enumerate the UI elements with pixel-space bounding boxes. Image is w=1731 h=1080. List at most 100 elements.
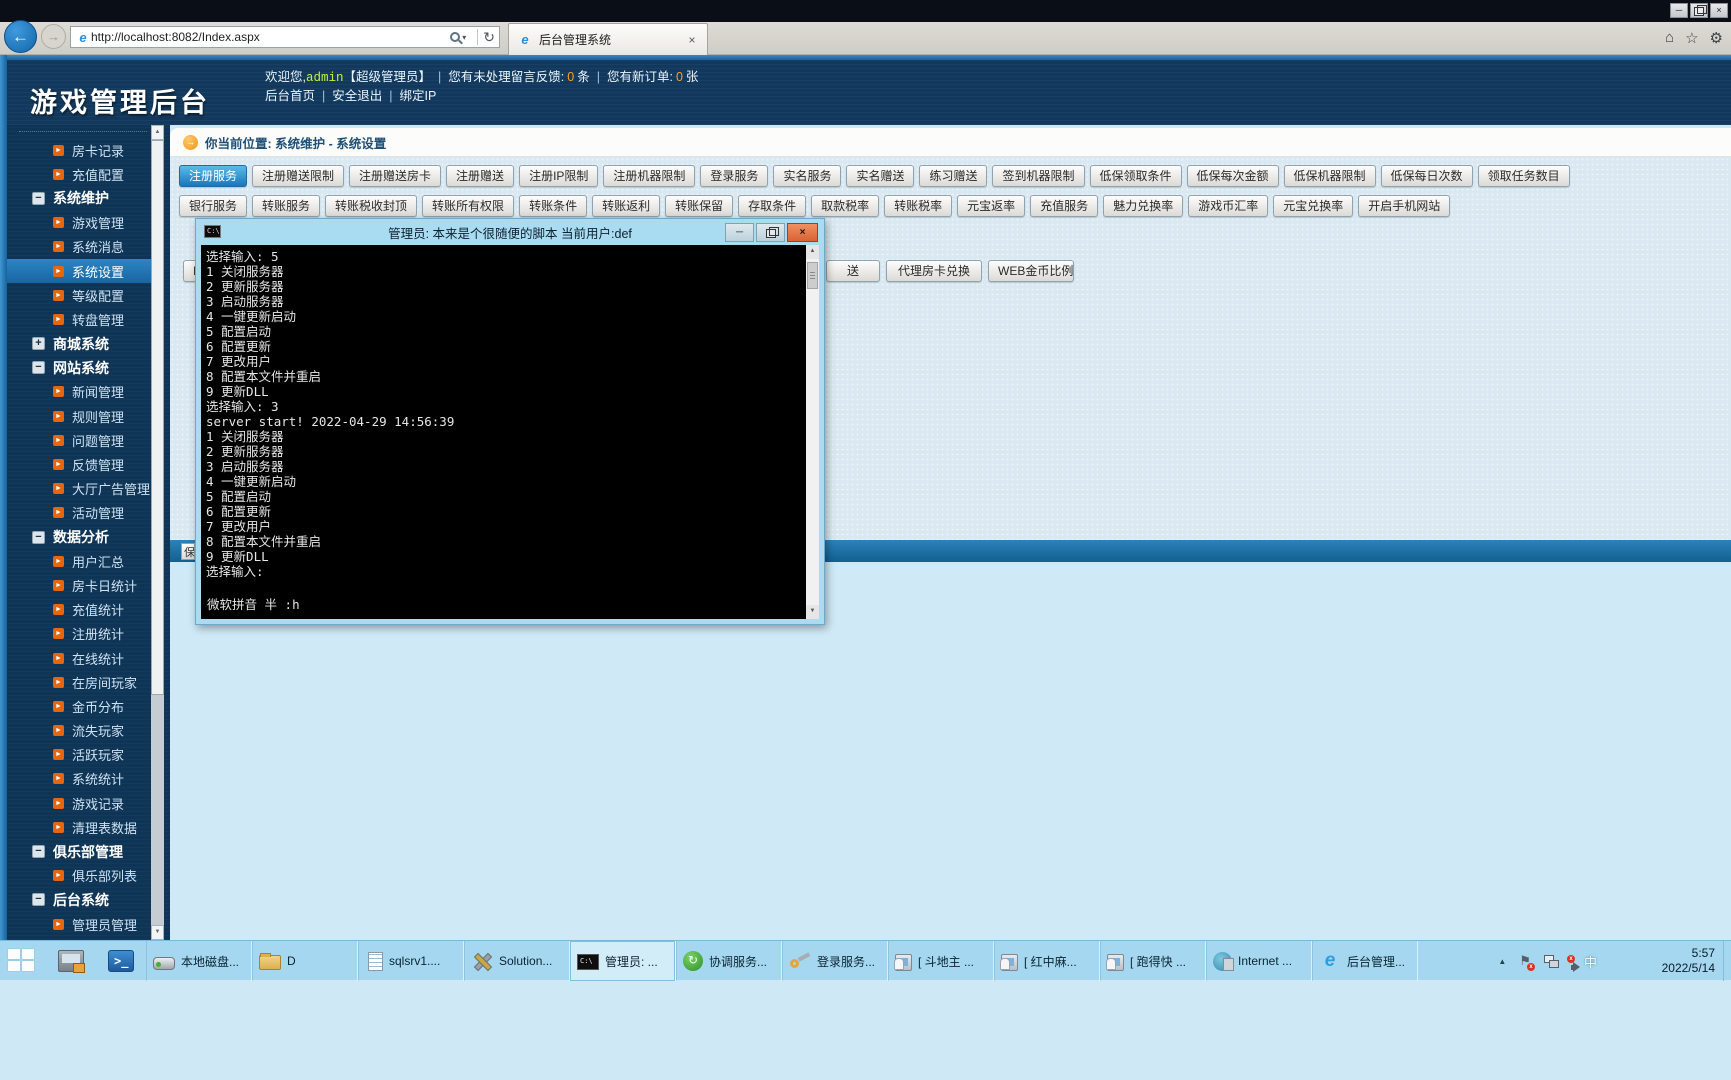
config-button[interactable]: 充值服务 <box>1030 195 1098 217</box>
cmd-console[interactable]: 选择输入: 5 1 关闭服务器 2 更新服务器 3 启动服务器 4 一键更新启动… <box>201 245 819 619</box>
sidebar-item[interactable]: ►房卡日统计 <box>7 573 151 597</box>
taskbar-item[interactable]: e后台管理... <box>1312 941 1418 981</box>
config-button[interactable]: 转账条件 <box>519 195 587 217</box>
action-center-flag-icon[interactable]: ⚑x <box>1519 953 1531 969</box>
config-button[interactable]: 转账税收封顶 <box>325 195 417 217</box>
collapse-icon[interactable]: − <box>32 361 45 374</box>
taskbar-clock[interactable]: 5:57 2022/5/14 <box>1662 946 1715 976</box>
ime-language-icon[interactable]: 中 <box>1584 952 1597 971</box>
taskbar-item[interactable]: 本地磁盘... <box>146 941 252 981</box>
config-button[interactable]: 登录服务 <box>700 165 768 187</box>
home-icon[interactable]: ⌂ <box>1665 29 1674 47</box>
config-button[interactable]: WEB金币比例 <box>988 260 1074 282</box>
sidebar-item[interactable]: ►转盘管理 <box>7 307 151 331</box>
taskbar-item[interactable]: C:\管理员: ... <box>570 941 676 981</box>
sidebar-item[interactable]: ►清理表数据 <box>7 815 151 839</box>
network-icon[interactable] <box>1544 955 1558 967</box>
sidebar-item[interactable]: ►游戏记录 <box>7 791 151 815</box>
minimize-button[interactable]: ─ <box>1670 3 1688 18</box>
config-button[interactable]: 低保每次金额 <box>1187 165 1279 187</box>
sidebar-item[interactable]: −系统维护 <box>7 186 151 210</box>
config-button[interactable]: 转账返利 <box>592 195 660 217</box>
server-manager-icon[interactable] <box>58 950 84 972</box>
config-button[interactable]: 银行服务 <box>179 195 247 217</box>
restore-button[interactable] <box>1690 3 1708 18</box>
sidebar-item[interactable]: ►充值配置 <box>7 162 151 186</box>
cmd-maximize-button[interactable] <box>756 223 785 242</box>
taskbar-item[interactable]: Solution... <box>464 941 570 981</box>
sidebar-item[interactable]: +商城系统 <box>7 332 151 356</box>
sidebar-item[interactable]: ►充值统计 <box>7 598 151 622</box>
sidebar-item[interactable]: ►管理员管理 <box>7 912 151 936</box>
config-button[interactable]: 魅力兑换率 <box>1103 195 1183 217</box>
config-button[interactable]: 转账所有权限 <box>422 195 514 217</box>
sidebar-item[interactable]: ►房卡记录 <box>7 138 151 162</box>
taskbar-item[interactable]: ↻协调服务... <box>676 941 782 981</box>
sidebar-item[interactable]: ►流失玩家 <box>7 719 151 743</box>
scrollbar-thumb[interactable] <box>807 262 818 289</box>
config-button[interactable]: 元宝返率 <box>957 195 1025 217</box>
sidebar-item[interactable]: −后台系统 <box>7 888 151 912</box>
close-button[interactable]: × <box>1710 3 1728 18</box>
collapse-icon[interactable]: − <box>32 531 45 544</box>
cmd-close-button[interactable]: × <box>787 223 818 242</box>
config-button[interactable]: 存取条件 <box>738 195 806 217</box>
config-button[interactable]: 低保机器限制 <box>1284 165 1376 187</box>
scroll-down-icon[interactable]: ▼ <box>151 925 164 940</box>
config-button[interactable]: 领取任务数目 <box>1478 165 1570 187</box>
sidebar-item[interactable]: ►问题管理 <box>7 428 151 452</box>
scrollbar-thumb[interactable] <box>151 140 164 695</box>
gear-icon[interactable]: ⚙ <box>1710 29 1723 47</box>
config-button[interactable]: 取款税率 <box>811 195 879 217</box>
sidebar-scrollbar[interactable]: ▲ ▼ <box>151 125 164 940</box>
config-button[interactable]: 转账税率 <box>884 195 952 217</box>
star-icon[interactable]: ☆ <box>1685 29 1698 47</box>
config-button[interactable]: 注册赠送限制 <box>252 165 344 187</box>
config-button[interactable]: 注册IP限制 <box>519 165 598 187</box>
url-text[interactable]: http://localhost:8082/Index.aspx <box>91 30 450 44</box>
config-button[interactable]: 转账保留 <box>665 195 733 217</box>
taskbar-item[interactable]: [ 跑得快 ... <box>1100 941 1206 981</box>
partial-button[interactable]: 保 <box>181 543 195 560</box>
start-button[interactable] <box>8 949 36 973</box>
sidebar-item[interactable]: ►活跃玩家 <box>7 743 151 767</box>
config-button[interactable]: 送 <box>826 260 880 282</box>
config-button[interactable]: 代理房卡兑换 <box>886 260 982 282</box>
config-button[interactable]: 实名赠送 <box>846 165 914 187</box>
sidebar-item[interactable]: ►新闻管理 <box>7 380 151 404</box>
sidebar-item[interactable]: ►用户汇总 <box>7 549 151 573</box>
browser-tab[interactable]: e 后台管理系统 × <box>508 23 708 55</box>
config-button[interactable]: 转账服务 <box>252 195 320 217</box>
cmd-scrollbar[interactable]: ▲ ▼ <box>806 245 819 619</box>
cmd-minimize-button[interactable]: ─ <box>725 223 754 242</box>
sidebar-item[interactable]: ►俱乐部列表 <box>7 864 151 888</box>
show-desktop-button[interactable] <box>1723 941 1731 981</box>
sidebar-item[interactable]: ►金币分布 <box>7 694 151 718</box>
collapse-icon[interactable]: − <box>32 845 45 858</box>
config-button[interactable]: 练习赠送 <box>919 165 987 187</box>
sidebar-item[interactable]: −数据分析 <box>7 525 151 549</box>
config-button[interactable]: 低保领取条件 <box>1090 165 1182 187</box>
forward-button[interactable]: → <box>41 24 66 49</box>
expand-icon[interactable]: + <box>32 337 45 350</box>
header-link[interactable]: 后台首页 <box>265 87 315 106</box>
tab-close-icon[interactable]: × <box>685 33 699 47</box>
config-button[interactable]: 元宝兑换率 <box>1273 195 1353 217</box>
sidebar-item[interactable]: ►系统消息 <box>7 235 151 259</box>
config-button[interactable]: 注册机器限制 <box>603 165 695 187</box>
header-link[interactable]: 绑定IP <box>400 87 437 106</box>
config-button[interactable]: 注册赠送 <box>446 165 514 187</box>
collapse-icon[interactable]: − <box>32 192 45 205</box>
config-button[interactable]: 实名服务 <box>773 165 841 187</box>
address-bar[interactable]: e http://localhost:8082/Index.aspx ▾ ↻ <box>70 26 500 48</box>
sidebar-item[interactable]: ►反馈管理 <box>7 452 151 476</box>
sidebar-item[interactable]: ►注册统计 <box>7 622 151 646</box>
sidebar-item[interactable]: ►游戏管理 <box>7 211 151 235</box>
scroll-up-icon[interactable]: ▲ <box>151 125 164 140</box>
taskbar-item[interactable]: [ 红中麻... <box>994 941 1100 981</box>
sidebar-item[interactable]: ►在线统计 <box>7 646 151 670</box>
refresh-icon[interactable]: ↻ <box>483 29 495 46</box>
header-link[interactable]: 安全退出 <box>332 87 382 106</box>
powershell-icon[interactable]: >_ <box>108 950 134 972</box>
taskbar-item[interactable]: Internet ... <box>1206 941 1312 981</box>
